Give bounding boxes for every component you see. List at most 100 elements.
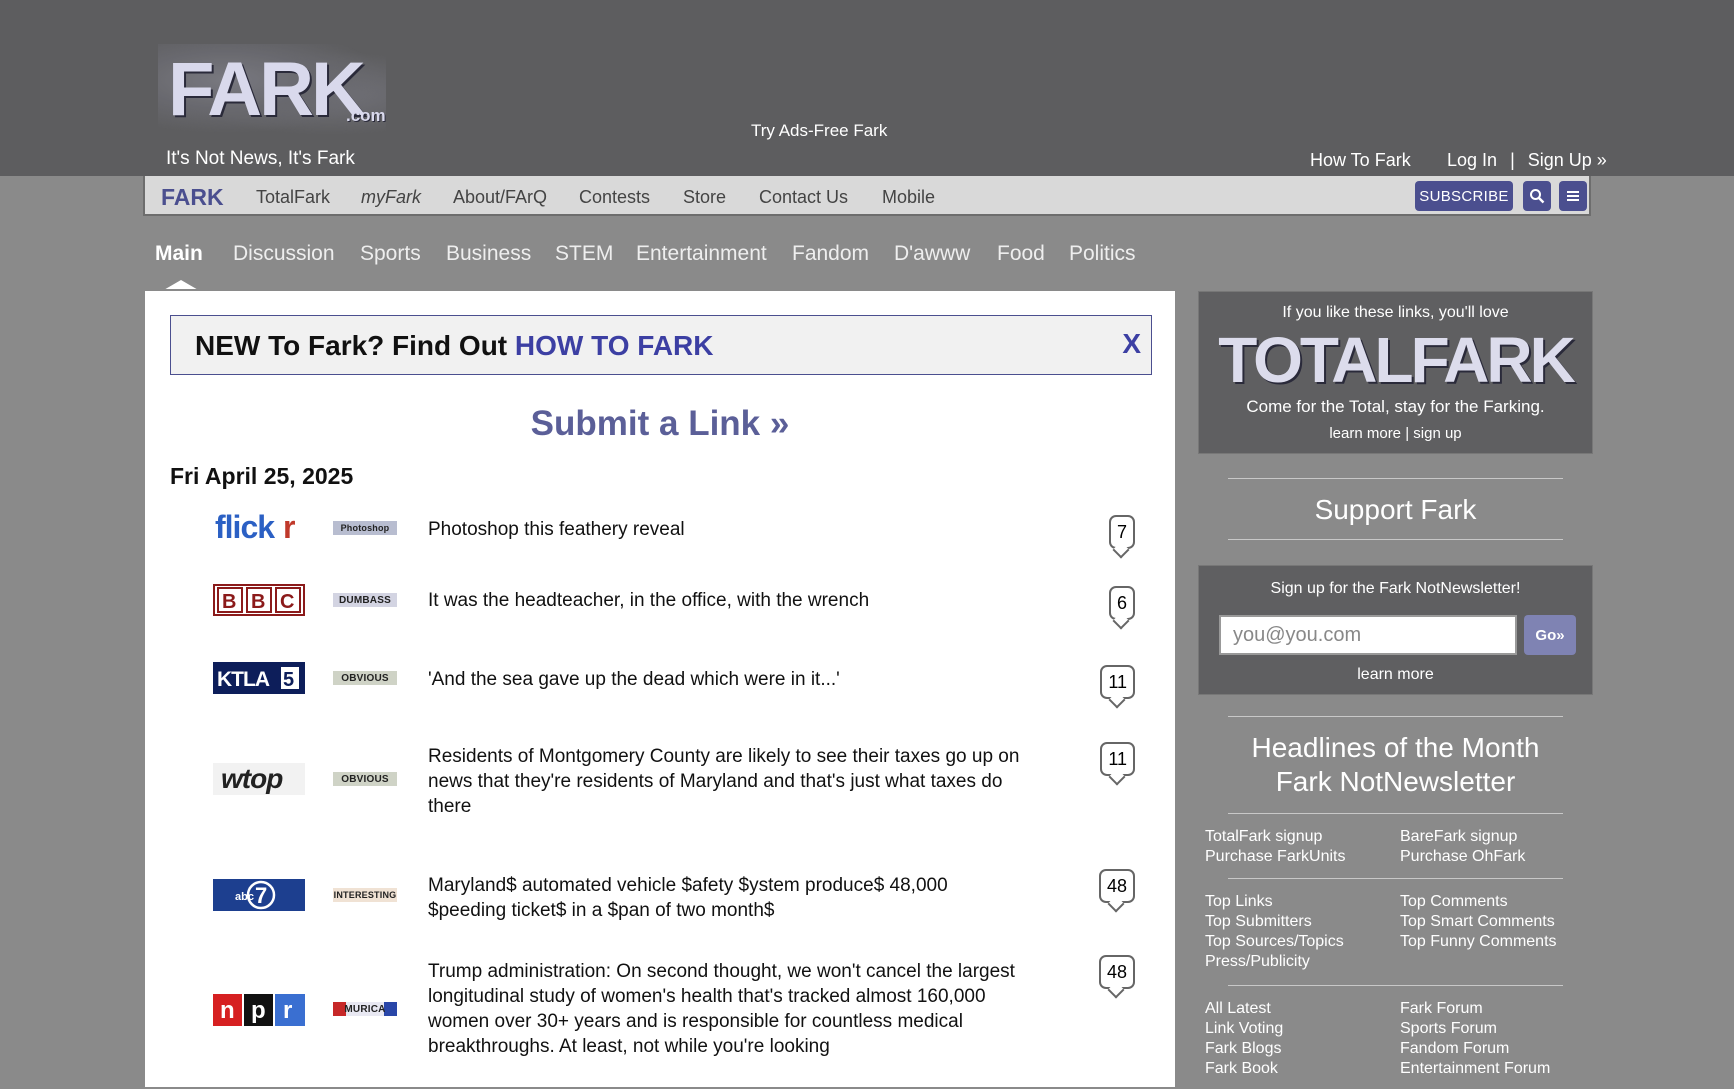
login-link[interactable]: Log In	[1447, 150, 1497, 171]
site-header: FARK .com It's Not News, It's Fark Try A…	[0, 0, 1734, 176]
tab-dawww[interactable]: D'awww	[894, 242, 970, 266]
link-voting-link[interactable]: Link Voting	[1205, 1019, 1283, 1039]
svg-text:flick: flick	[215, 512, 275, 544]
comment-count[interactable]: 48	[1098, 869, 1135, 903]
logo-text: FARK	[168, 47, 366, 132]
how-to-fark-banner-link[interactable]: HOW TO FARK	[515, 330, 714, 361]
headlines-of-month[interactable]: Headlines of the Month Fark NotNewslette…	[1198, 731, 1593, 799]
top-links-link[interactable]: Top Links	[1205, 892, 1344, 912]
entertainment-forum-link[interactable]: Entertainment Forum	[1400, 1059, 1550, 1079]
top-sources-link[interactable]: Top Sources/Topics	[1205, 932, 1344, 952]
tab-business[interactable]: Business	[446, 242, 531, 266]
nav-item-myfark[interactable]: myFark	[361, 187, 421, 208]
tab-main[interactable]: Main	[155, 242, 203, 266]
headline-link[interactable]: It was the headteacher, in the office, w…	[428, 588, 1028, 613]
comment-count[interactable]: 7	[1108, 515, 1135, 549]
tab-sports[interactable]: Sports	[360, 242, 421, 266]
tag-murica[interactable]: MURICA	[333, 1002, 397, 1016]
fark-logo[interactable]: FARK .com	[158, 44, 388, 134]
headline-link[interactable]: Residents of Montgomery County are likel…	[428, 744, 1028, 819]
all-latest-link[interactable]: All Latest	[1205, 999, 1283, 1019]
tag-obvious[interactable]: OBVIOUS	[333, 772, 397, 786]
nav-item-mobile[interactable]: Mobile	[882, 187, 935, 208]
divider	[1228, 813, 1563, 814]
tab-discussion[interactable]: Discussion	[233, 242, 335, 266]
fark-forum-link[interactable]: Fark Forum	[1400, 999, 1550, 1019]
fark-book-link[interactable]: Fark Book	[1205, 1059, 1283, 1079]
tab-entertainment[interactable]: Entertainment	[636, 242, 767, 266]
comment-count[interactable]: 11	[1100, 742, 1135, 776]
nav-item-contact[interactable]: Contact Us	[759, 187, 848, 208]
list-item: B B C DUMBASS It was the headteacher, in…	[145, 580, 1175, 630]
source-npr-logo[interactable]: n p r	[213, 994, 305, 1026]
abc7-logo-icon: abc 7	[213, 879, 305, 911]
source-ktla-logo[interactable]: KTLA 5	[213, 662, 305, 694]
top-comments-link[interactable]: Top Comments	[1400, 892, 1557, 912]
wtop-logo-icon: wtop	[221, 763, 284, 794]
source-abc7-logo[interactable]: abc 7	[213, 879, 305, 911]
nav-item-store[interactable]: Store	[683, 187, 726, 208]
svg-text:r: r	[283, 997, 292, 1024]
svg-text:abc: abc	[235, 891, 254, 903]
tab-food[interactable]: Food	[997, 242, 1045, 266]
tag-photoshop[interactable]: Photoshop	[333, 521, 397, 535]
svg-text:7: 7	[255, 883, 267, 908]
tab-stem[interactable]: STEM	[555, 242, 613, 266]
tf-signup-link[interactable]: sign up	[1413, 425, 1461, 442]
source-wtop-logo[interactable]: wtop	[213, 763, 305, 795]
press-publicity-link[interactable]: Press/Publicity	[1205, 952, 1344, 972]
headline-link[interactable]: Trump administration: On second thought,…	[428, 959, 1028, 1059]
tag-obvious[interactable]: OBVIOUS	[333, 671, 397, 685]
top-smart-comments-link[interactable]: Top Smart Comments	[1400, 912, 1557, 932]
top-submitters-link[interactable]: Top Submitters	[1205, 912, 1344, 932]
ads-free-link[interactable]: Try Ads-Free Fark	[751, 121, 887, 141]
nav-item-totalfark[interactable]: TotalFark	[256, 187, 330, 208]
purchase-farkunits-link[interactable]: Purchase FarkUnits	[1205, 847, 1346, 867]
nav-item-about[interactable]: About/FArQ	[453, 187, 547, 208]
sidebar-links-col2-a: BareFark signup Purchase OhFark	[1400, 827, 1525, 867]
tag-interesting[interactable]: INTERESTING	[333, 888, 397, 902]
comment-count[interactable]: 6	[1108, 586, 1135, 620]
tag-dumbass[interactable]: DUMBASS	[333, 593, 397, 607]
headline-link[interactable]: 'And the sea gave up the dead which were…	[428, 667, 1028, 692]
purchase-ohfark-link[interactable]: Purchase OhFark	[1400, 847, 1525, 867]
email-field[interactable]: you@you.com	[1219, 615, 1517, 655]
subscribe-button[interactable]: SUBSCRIBE	[1415, 181, 1513, 211]
headline-link[interactable]: Maryland$ automated vehicle $afety $yste…	[428, 873, 1028, 923]
signup-link[interactable]: Sign Up »	[1528, 150, 1607, 171]
barefark-signup-link[interactable]: BareFark signup	[1400, 827, 1525, 847]
tab-fandom[interactable]: Fandom	[792, 242, 869, 266]
main-nav: FARK TotalFark myFark About/FArQ Contest…	[143, 176, 1591, 216]
nav-item-contests[interactable]: Contests	[579, 187, 650, 208]
how-to-fark-link[interactable]: How To Fark	[1310, 150, 1411, 171]
sidebar-links-col1-a: TotalFark signup Purchase FarkUnits	[1205, 827, 1346, 867]
comment-count[interactable]: 11	[1100, 665, 1135, 699]
fark-blogs-link[interactable]: Fark Blogs	[1205, 1039, 1283, 1059]
tf-learn-more-link[interactable]: learn more	[1329, 425, 1401, 442]
top-funny-comments-link[interactable]: Top Funny Comments	[1400, 932, 1557, 952]
svg-text:r: r	[283, 512, 295, 544]
divider	[1228, 539, 1563, 540]
menu-button[interactable]	[1559, 181, 1587, 211]
newsletter-signup: Sign up for the Fark NotNewsletter! you@…	[1198, 565, 1593, 695]
close-banner-button[interactable]: X	[1122, 328, 1141, 360]
go-button[interactable]: Go»	[1524, 615, 1576, 655]
banner-lead: NEW To Fark? Find Out	[195, 330, 515, 361]
sports-forum-link[interactable]: Sports Forum	[1400, 1019, 1550, 1039]
comment-count[interactable]: 48	[1098, 955, 1135, 989]
source-bbc-logo[interactable]: B B C	[213, 584, 305, 616]
totalfark-signup-link[interactable]: TotalFark signup	[1205, 827, 1346, 847]
totalfark-promo[interactable]: If you like these links, you'll love TOT…	[1198, 291, 1593, 454]
newsletter-learn-more-link[interactable]: learn more	[1199, 666, 1592, 684]
submit-link-button[interactable]: Submit a Link »	[145, 404, 1175, 444]
support-fark-heading[interactable]: Support Fark	[1198, 494, 1593, 526]
svg-text:C: C	[280, 591, 294, 613]
date-heading: Fri April 25, 2025	[170, 463, 354, 489]
source-flickr-logo[interactable]: flick r	[213, 512, 305, 544]
search-button[interactable]	[1523, 181, 1551, 211]
nav-brand[interactable]: FARK	[161, 184, 224, 211]
tab-politics[interactable]: Politics	[1069, 242, 1136, 266]
headline-link[interactable]: Photoshop this feathery reveal	[428, 517, 1028, 542]
logo-suffix: .com	[346, 106, 386, 125]
fandom-forum-link[interactable]: Fandom Forum	[1400, 1039, 1550, 1059]
